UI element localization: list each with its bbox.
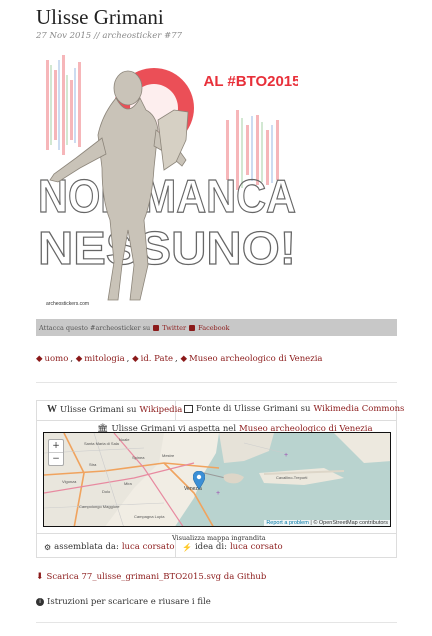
share-facebook-link[interactable]: Facebook [198, 324, 229, 332]
map-place: Spinea [132, 455, 145, 460]
tag-link[interactable]: id. Pate [141, 354, 173, 364]
map-tiles: Santa Maria di Sala Noale Spinea Mestre … [44, 433, 390, 526]
map-zoom-control: + − [48, 439, 64, 466]
map-place: Vigonza [62, 479, 77, 484]
share-bar: Attacca questo #archeosticker su Twitter… [36, 319, 397, 336]
commons-link[interactable]: Wikimedia Commons [314, 404, 405, 414]
wikipedia-link[interactable]: Wikipedia [140, 405, 183, 415]
osm-attribution: © OpenStreetMap contributors [313, 520, 388, 526]
tag-icon: ◆ [75, 354, 83, 364]
assembled-by-link[interactable]: luca corsato [122, 542, 175, 552]
map-place: Noale [119, 437, 130, 442]
wikipedia-prefix: Ulisse Grimani su [60, 404, 137, 415]
map-place: Campolongo Maggiore [79, 504, 120, 509]
share-prefix: Attacca questo #archeosticker su [39, 323, 151, 332]
tag-link[interactable]: mitologia [84, 354, 124, 364]
divider [36, 622, 397, 623]
bolt-icon: ⚡ [182, 542, 192, 552]
tag-icon: ◆ [132, 354, 139, 364]
sticker-image: AL #BTO2015 NON MANCA NESSUNO! archeosti… [36, 50, 298, 312]
info-icon: i [36, 598, 44, 606]
divider [37, 420, 396, 421]
assembled-label: assemblata da: [54, 542, 119, 552]
report-problem-link[interactable]: Report a problem [266, 520, 309, 526]
twitter-icon [153, 324, 160, 331]
download-icon: ⬇ [36, 572, 44, 582]
sticker-artwork: AL #BTO2015 NON MANCA NESSUNO! archeosti… [37, 55, 299, 307]
map-place: Dolo [102, 489, 111, 494]
facebook-icon [189, 324, 196, 331]
svg-text:+: + [284, 452, 288, 459]
commons-cell: Fonte di Ulisse Grimani su Wikimedia Com… [184, 404, 404, 414]
tag-icon: ◆ [36, 354, 43, 364]
wikipedia-cell: W Ulisse Grimani su Wikipedia [47, 404, 182, 415]
sticker-credit: archeostickers.com [46, 301, 89, 307]
map-attribution: Report a problem | © OpenStreetMap contr… [264, 520, 390, 526]
location-map[interactable]: Santa Maria di Sala Noale Spinea Mestre … [43, 432, 391, 527]
instructions-link[interactable]: Istruzioni per scaricare e riusare i fil… [47, 597, 211, 607]
tag-icon: ◆ [180, 354, 187, 364]
tag-link[interactable]: uomo [45, 354, 69, 364]
map-marker-icon[interactable] [193, 471, 205, 489]
post-date: 27 Nov 2015 [36, 31, 92, 41]
enlarge-map-link[interactable]: Visualizza mappa ingrandita [172, 534, 266, 542]
gears-icon: ⚙ [44, 542, 52, 552]
download-link[interactable]: Scarica 77_ulisse_grimani_BTO2015.svg da… [47, 572, 267, 582]
divider [36, 382, 397, 383]
commons-prefix: Fonte di Ulisse Grimani su [196, 404, 311, 414]
map-place: Mestre [162, 453, 175, 458]
share-twitter-link[interactable]: Twitter [162, 324, 186, 332]
tag-link[interactable]: Museo archeologico di Venezia [189, 354, 323, 364]
post-title: Ulisse Grimani [36, 5, 164, 29]
map-place: Cavallino-Treporti [276, 475, 308, 480]
sticker-banner: AL #BTO2015 [204, 73, 299, 90]
zoom-out-button[interactable]: − [49, 453, 63, 465]
download-row: ⬇ Scarica 77_ulisse_grimani_BTO2015.svg … [36, 572, 266, 582]
sticker-line-1: NON MANCA [38, 170, 296, 222]
meta-separator: // [93, 31, 100, 41]
instructions-row: i Istruzioni per scaricare e riusare i f… [36, 597, 211, 607]
idea-cell: ⚡ idea di: luca corsato [182, 542, 283, 552]
image-icon [184, 405, 193, 413]
assembled-cell: ⚙ assemblata da: luca corsato [44, 542, 174, 552]
map-place: Mira [124, 481, 133, 486]
idea-by-link[interactable]: luca corsato [230, 542, 283, 552]
category-link[interactable]: archeosticker #77 [102, 31, 182, 41]
post-meta: 27 Nov 2015 // archeosticker #77 [36, 31, 182, 41]
map-place: Stra [89, 462, 97, 467]
map-place: Campagna Lupia [134, 514, 165, 519]
svg-text:+: + [216, 490, 220, 497]
wikipedia-icon: W [47, 404, 57, 415]
map-place: Santa Maria di Sala [84, 441, 120, 446]
sticker-line-2: NESSUNO! [38, 222, 296, 274]
idea-label: idea di: [194, 542, 227, 552]
tag-list: ◆ uomo, ◆ mitologia, ◆ id. Pate, ◆ Museo arc… [36, 354, 323, 364]
zoom-in-button[interactable]: + [49, 440, 63, 453]
